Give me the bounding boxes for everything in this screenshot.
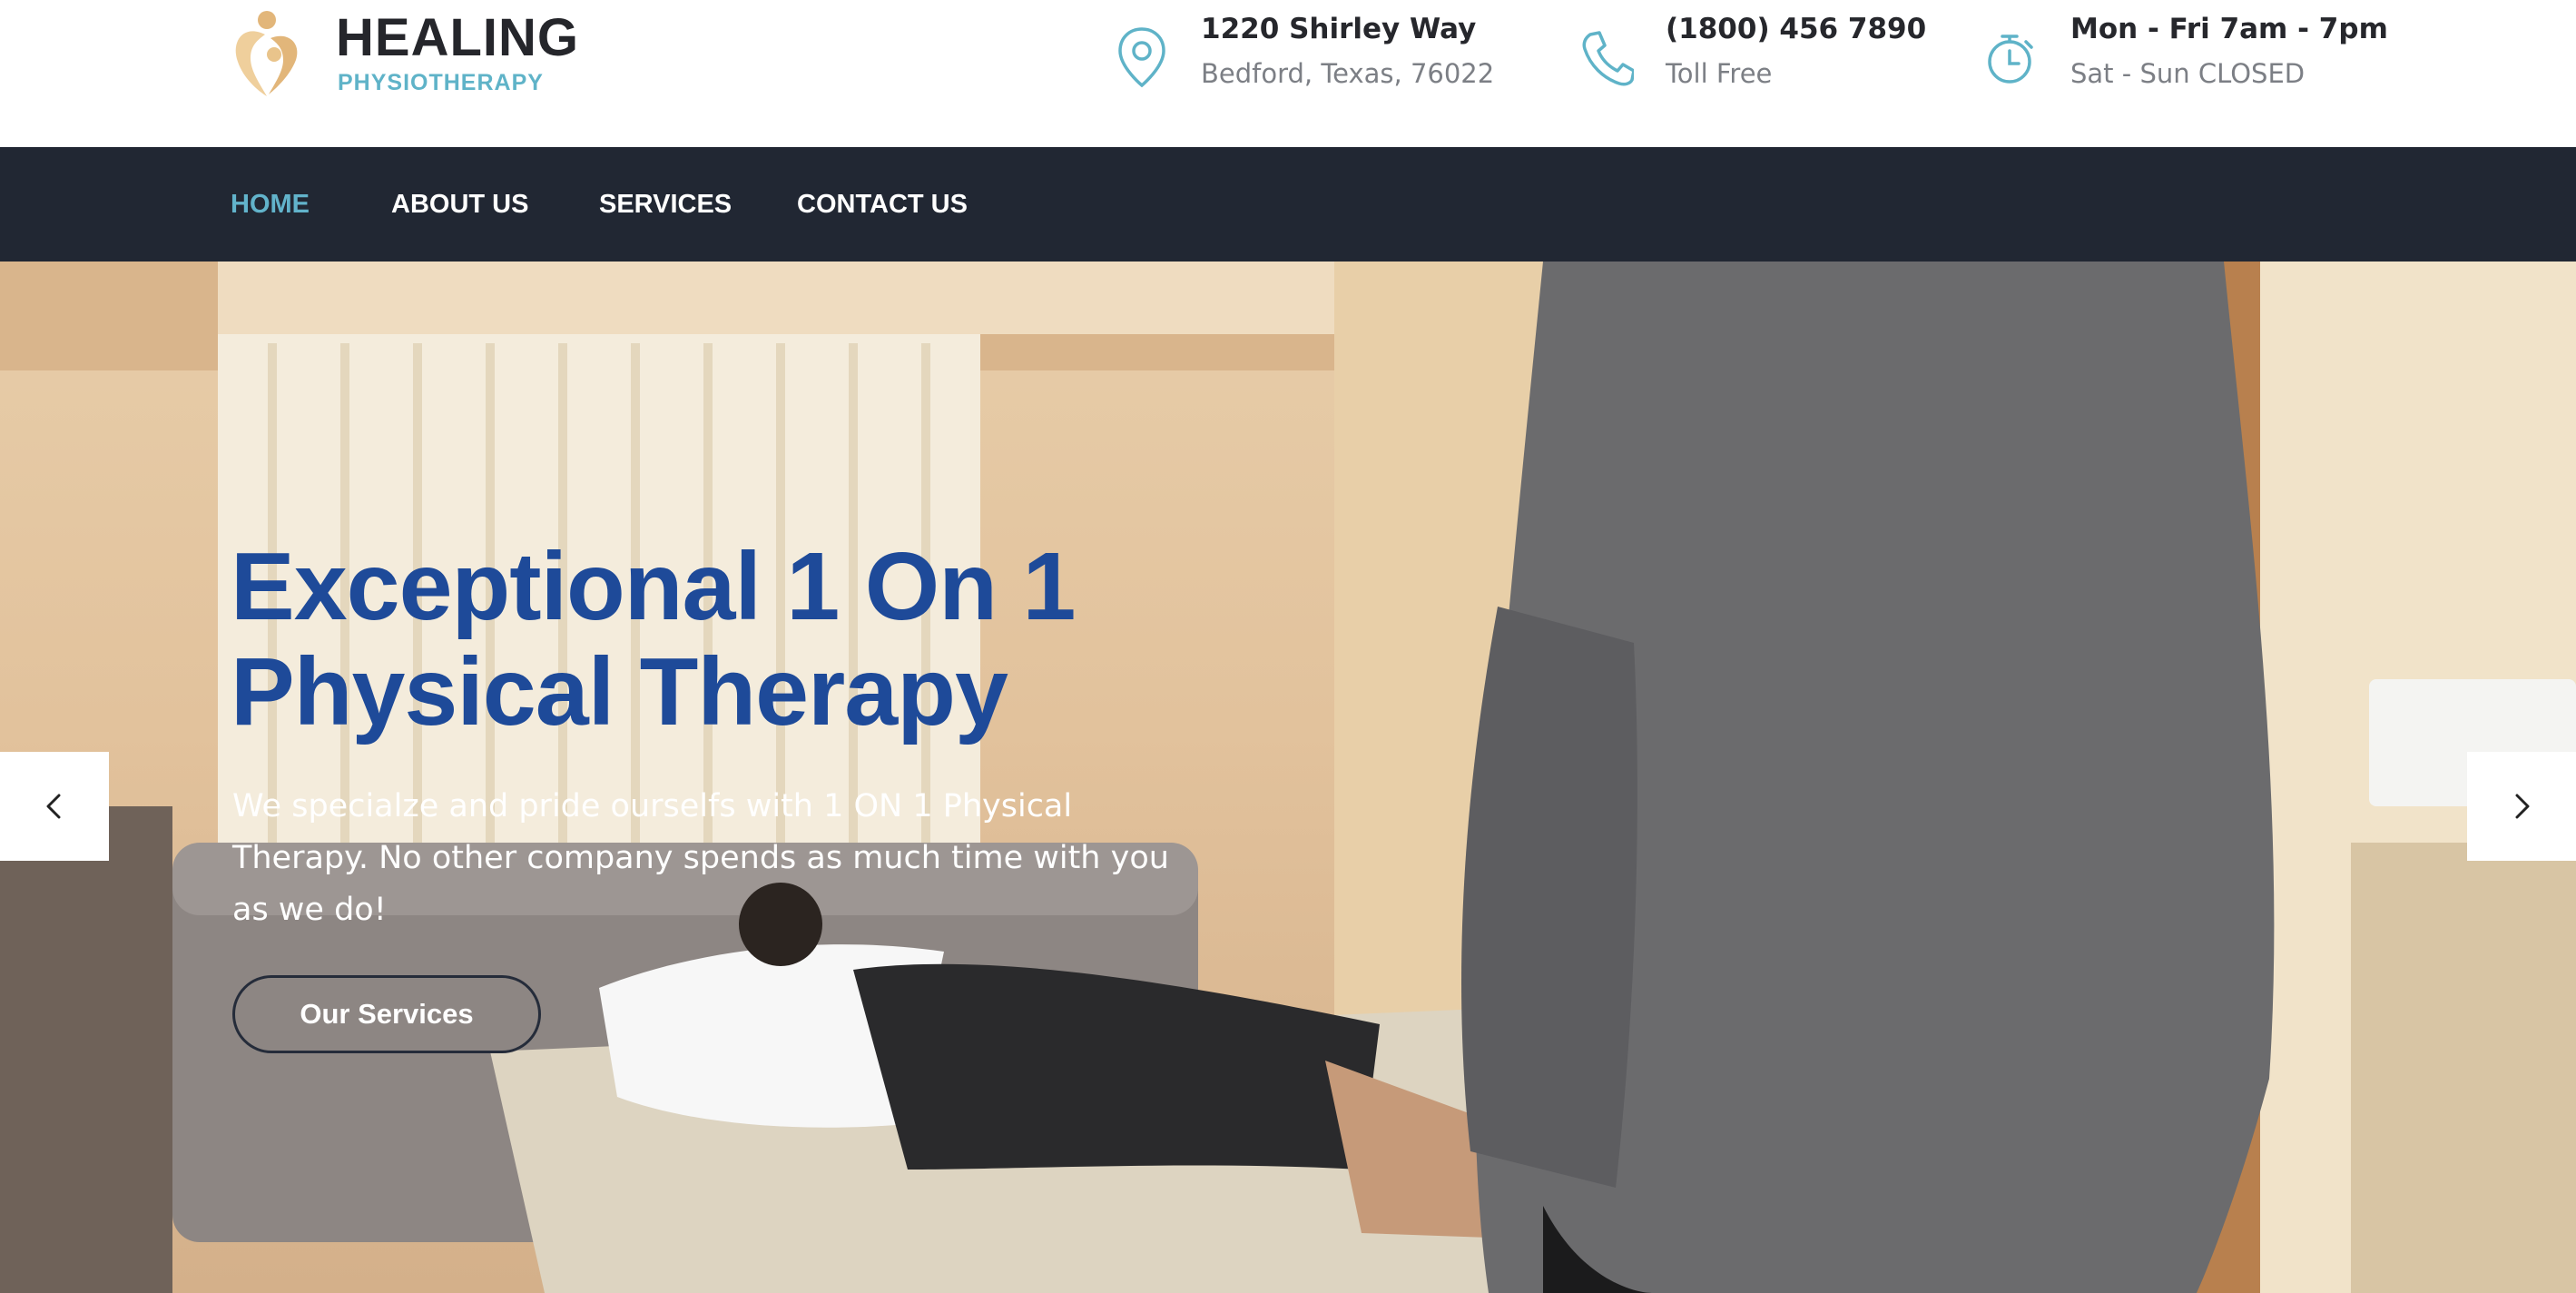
hero-title: Exceptional 1 On 1 Physical Therapy xyxy=(231,534,1411,745)
brand-tagline: PHYSIOTHERAPY xyxy=(338,70,544,95)
address-line2: Bedford, Texas, 76022 xyxy=(1201,58,1495,89)
site-header: HEALING PHYSIOTHERAPY 1220 Shirley Way B… xyxy=(0,0,2576,147)
hero-title-line1: Exceptional 1 On 1 xyxy=(231,533,1076,640)
hero-slider: Exceptional 1 On 1 Physical Therapy We s… xyxy=(0,262,2576,1293)
heart-figure-logo-icon xyxy=(235,11,298,96)
map-pin-icon xyxy=(1118,27,1165,88)
main-nav: HOME ABOUT US SERVICES CONTACT US xyxy=(0,147,2576,262)
nav-item-contact-us[interactable]: CONTACT US xyxy=(797,147,968,262)
our-services-button[interactable]: Our Services xyxy=(232,975,541,1053)
hero-title-line2: Physical Therapy xyxy=(231,638,1008,745)
chevron-right-icon xyxy=(2515,794,2530,819)
address-line1: 1220 Shirley Way xyxy=(1201,13,1477,45)
phone-note: Toll Free xyxy=(1666,58,1773,89)
hours-info: Mon - Fri 7am - 7pm Sat - Sun CLOSED xyxy=(1984,9,2388,100)
brand-logo[interactable]: HEALING PHYSIOTHERAPY xyxy=(229,7,610,98)
hours-weekdays: Mon - Fri 7am - 7pm xyxy=(2070,13,2388,45)
brand-name: HEALING xyxy=(336,8,579,67)
nav-item-home[interactable]: HOME xyxy=(231,147,310,262)
chevron-left-icon xyxy=(46,794,61,819)
slider-prev-button[interactable] xyxy=(0,752,109,861)
address-info: 1220 Shirley Way Bedford, Texas, 76022 xyxy=(1115,9,1505,100)
nav-item-services[interactable]: SERVICES xyxy=(599,147,732,262)
hero-background-photo xyxy=(0,262,2576,1293)
phone-icon xyxy=(1582,31,1634,86)
hours-weekend: Sat - Sun CLOSED xyxy=(2070,58,2306,89)
phone-info: (1800) 456 7890 Toll Free xyxy=(1579,9,1942,100)
nav-item-about-us[interactable]: ABOUT US xyxy=(391,147,528,262)
hero-description: We specialze and pride ourselfs with 1 O… xyxy=(232,788,1169,928)
phone-number[interactable]: (1800) 456 7890 xyxy=(1666,11,1926,47)
stopwatch-icon xyxy=(1988,35,2033,84)
slider-next-button[interactable] xyxy=(2467,752,2576,861)
